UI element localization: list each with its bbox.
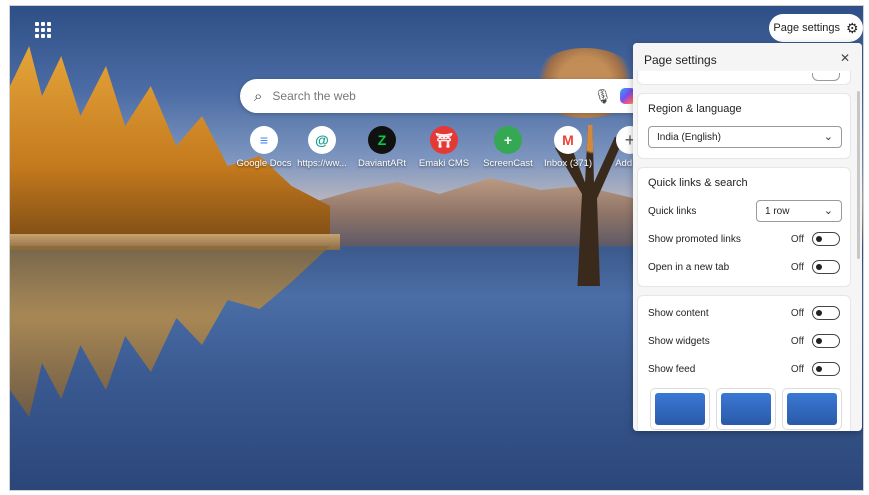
quick-link-label: Google Docs	[236, 158, 292, 169]
gmail-icon: M	[554, 126, 582, 154]
new-tab-page: Page settings ⚙ ⌕ 🎙 ≡ Google Docs @ http…	[9, 5, 864, 491]
region-language-value: India (English)	[657, 131, 721, 143]
page-settings-button[interactable]: Page settings ⚙	[769, 14, 863, 42]
deviantart-icon: Z	[368, 126, 396, 154]
quick-links-search-title: Quick links & search	[648, 177, 748, 189]
show-content-state: Off	[790, 307, 804, 319]
chevron-down-icon: ⌄	[823, 131, 833, 143]
chevron-down-icon: ⌄	[823, 205, 833, 217]
quick-link-label: DaviantARt	[357, 158, 407, 169]
microphone-icon[interactable]: 🎙	[594, 88, 612, 105]
quick-link-emaki-cms[interactable]: ⛩ Emaki CMS	[412, 126, 476, 169]
region-language-dropdown[interactable]: India (English) ⌄	[648, 126, 842, 148]
region-language-title: Region & language	[648, 103, 742, 115]
search-icon: ⌕	[254, 87, 263, 105]
docs-icon: ≡	[250, 126, 278, 154]
show-content-row: Show content Off	[648, 302, 840, 324]
panel-scrollbar[interactable]	[857, 91, 860, 259]
promoted-links-state: Off	[790, 233, 804, 245]
quick-links-dropdown[interactable]: 1 row ⌄	[756, 200, 842, 222]
quick-links: ≡ Google Docs @ https://ww... Z DaviantA…	[232, 126, 652, 176]
new-tab-row: Open in a new tab Off	[648, 256, 840, 278]
promoted-links-row: Show promoted links Off	[648, 228, 840, 250]
page-settings-panel: Page settings ✕ Region & language India …	[633, 43, 862, 431]
previous-card	[637, 71, 851, 85]
show-widgets-label: Show widgets	[648, 335, 710, 347]
content-card: Show content Off Show widgets Off Show f…	[637, 295, 851, 431]
promoted-links-toggle[interactable]	[812, 232, 840, 246]
show-widgets-row: Show widgets Off	[648, 330, 840, 352]
region-language-card: Region & language India (English) ⌄	[637, 93, 851, 159]
quick-links-value: 1 row	[765, 205, 790, 217]
layout-option-focused[interactable]	[650, 388, 710, 430]
show-feed-toggle[interactable]	[812, 362, 840, 376]
show-feed-row: Show feed Off	[648, 358, 840, 380]
emaki-icon: ⛩	[430, 126, 458, 154]
quick-link-deviantart[interactable]: Z DaviantARt	[350, 126, 414, 169]
quick-link-label: Inbox (371)	[543, 158, 593, 169]
layout-option-inspirational[interactable]	[716, 388, 776, 430]
gear-icon: ⚙	[846, 20, 859, 36]
promoted-links-label: Show promoted links	[648, 233, 741, 245]
show-widgets-toggle[interactable]	[812, 334, 840, 348]
close-icon[interactable]: ✕	[840, 51, 850, 65]
page-settings-label: Page settings	[773, 22, 841, 34]
show-feed-state: Off	[790, 363, 804, 375]
show-widgets-state: Off	[790, 335, 804, 347]
panel-title: Page settings	[644, 53, 717, 67]
layout-options	[638, 382, 852, 431]
quick-link-google-docs[interactable]: ≡ Google Docs	[232, 126, 296, 169]
new-tab-state: Off	[790, 261, 804, 273]
quick-link-label: https://ww...	[297, 158, 347, 169]
new-tab-label: Open in a new tab	[648, 261, 730, 273]
search-input[interactable]	[272, 89, 573, 103]
app-launcher-icon[interactable]	[35, 22, 51, 38]
web-icon: @	[308, 126, 336, 154]
new-tab-toggle[interactable]	[812, 260, 840, 274]
quick-link-inbox[interactable]: M Inbox (371)	[536, 126, 600, 169]
quick-link-label: Emaki CMS	[418, 158, 470, 169]
quick-links-search-card: Quick links & search Quick links 1 row ⌄…	[637, 167, 851, 287]
screencast-icon: +	[494, 126, 522, 154]
show-feed-label: Show feed	[648, 363, 696, 375]
quick-link-label: ScreenCast	[483, 158, 533, 169]
quick-link-web[interactable]: @ https://ww...	[290, 126, 354, 169]
quick-link-screencast[interactable]: + ScreenCast	[476, 126, 540, 169]
show-content-label: Show content	[648, 307, 709, 319]
search-box[interactable]: ⌕ 🎙	[240, 79, 660, 113]
show-content-toggle[interactable]	[812, 306, 840, 320]
layout-option-informational[interactable]	[782, 388, 842, 430]
